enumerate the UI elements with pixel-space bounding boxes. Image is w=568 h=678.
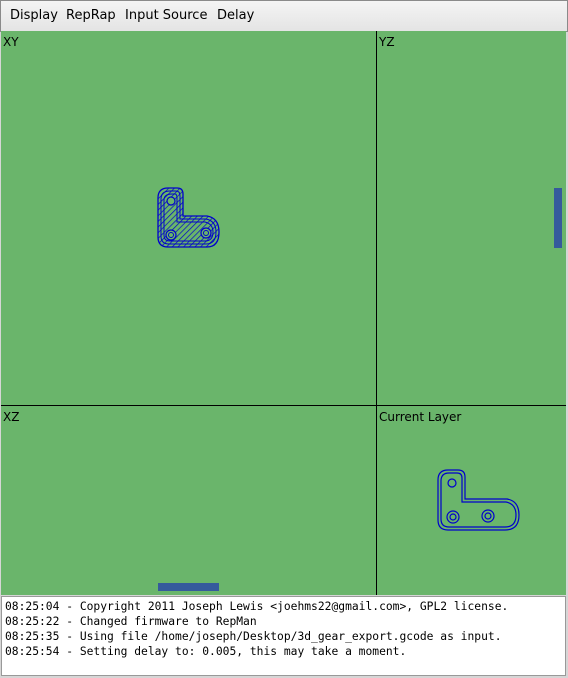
- log-line: 08:25:54 - Setting delay to: 0.005, this…: [5, 645, 407, 658]
- current-layer-toolpath: [437, 469, 520, 531]
- log-line: 08:25:35 - Using file /home/joseph/Deskt…: [5, 630, 502, 643]
- xy-part-outline: [157, 187, 220, 248]
- current-layer-view[interactable]: Current Layer: [377, 406, 566, 595]
- horizontal-divider: [1, 405, 566, 406]
- xz-view[interactable]: XZ: [1, 406, 376, 595]
- menu-input-source[interactable]: Input Source: [125, 8, 207, 23]
- current-layer-outline: [437, 469, 520, 531]
- menu-delay[interactable]: Delay: [217, 8, 254, 23]
- yz-view[interactable]: YZ: [377, 31, 566, 405]
- menu-bar: Display RepRap Input Source Delay: [0, 0, 568, 32]
- yz-toolpath: [554, 188, 562, 248]
- menu-reprap[interactable]: RepRap: [66, 8, 116, 23]
- log-line: 08:25:22 - Changed firmware to RepMan: [5, 615, 257, 628]
- log-panel[interactable]: 08:25:04 - Copyright 2011 Joseph Lewis <…: [1, 596, 566, 676]
- xy-view[interactable]: XY: [1, 31, 376, 405]
- xy-toolpath: [157, 187, 220, 248]
- vertical-divider: [376, 31, 377, 595]
- xz-toolpath: [158, 583, 219, 591]
- log-line: 08:25:04 - Copyright 2011 Joseph Lewis <…: [5, 600, 509, 613]
- menu-display[interactable]: Display: [10, 8, 58, 23]
